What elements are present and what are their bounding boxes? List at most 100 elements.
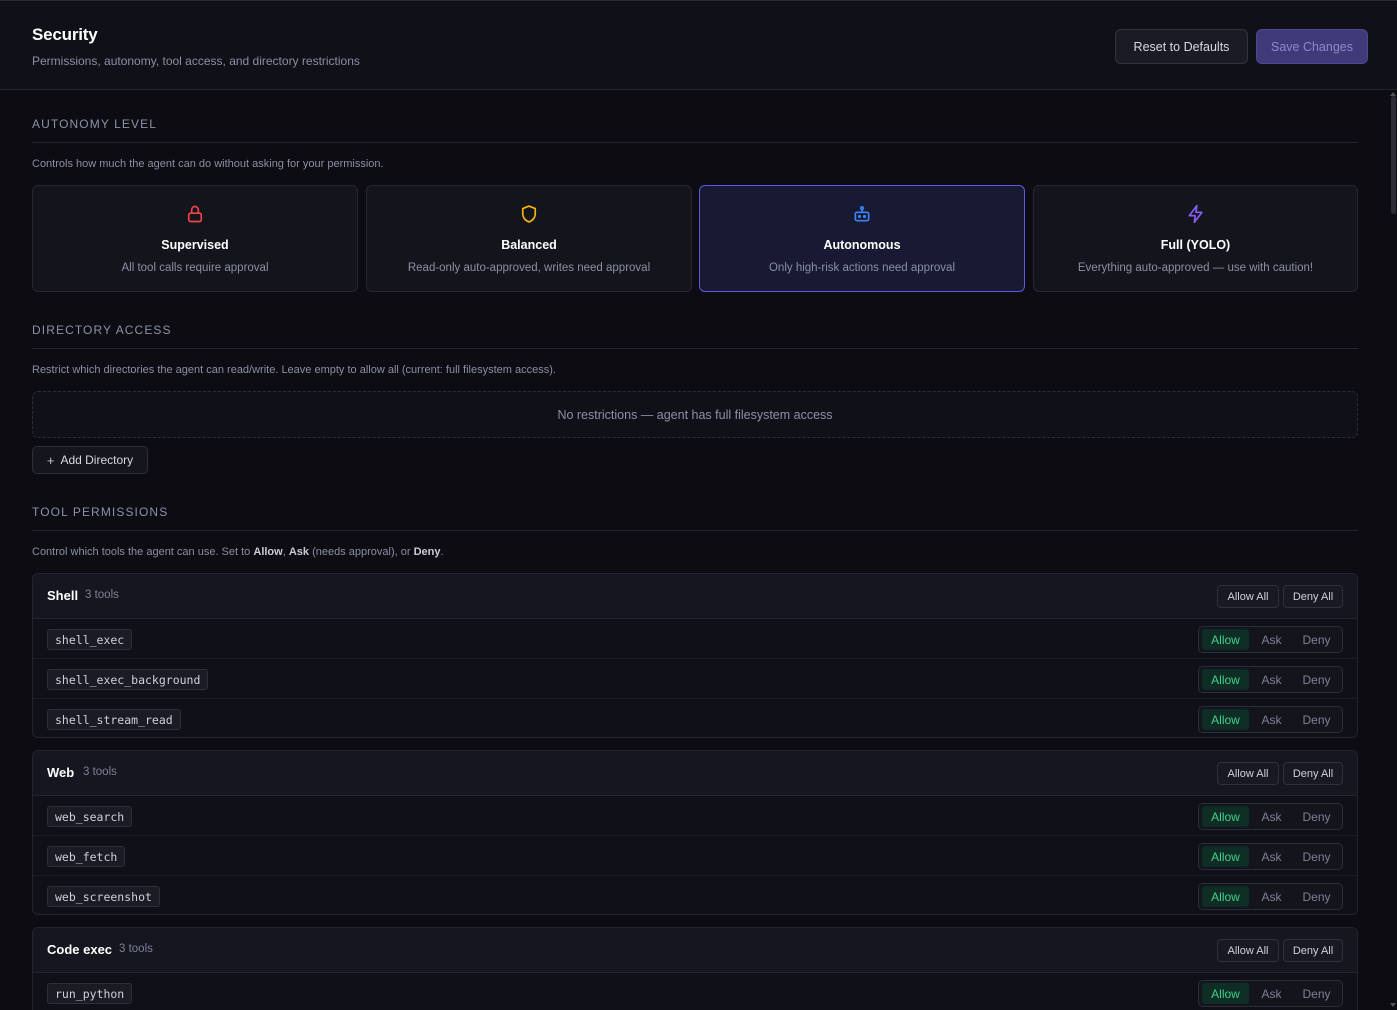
permission-deny-option[interactable]: Deny bbox=[1294, 846, 1339, 867]
autonomy-option-name: Autonomous bbox=[823, 238, 901, 252]
tool-group-web: Web 3 tools Allow All Deny All web_searc… bbox=[32, 750, 1358, 915]
scroll-up-arrow-icon[interactable] bbox=[1390, 92, 1396, 96]
permission-allow-option[interactable]: Allow bbox=[1202, 886, 1249, 907]
add-directory-button[interactable]: + Add Directory bbox=[32, 446, 148, 474]
tool-group-name: Web bbox=[47, 765, 75, 780]
page-subtitle: Permissions, autonomy, tool access, and … bbox=[32, 54, 360, 68]
permission-deny-option[interactable]: Deny bbox=[1294, 709, 1339, 730]
tool-group-header: Shell 3 tools Allow All Deny All bbox=[33, 574, 1357, 619]
permission-selector: Allow Ask Deny bbox=[1198, 843, 1343, 870]
tools-desc-allow: Allow bbox=[253, 546, 283, 558]
permission-selector: Allow Ask Deny bbox=[1198, 883, 1343, 910]
autonomy-option-desc: All tool calls require approval bbox=[121, 262, 269, 274]
tool-name: web_fetch bbox=[47, 846, 126, 867]
allow-all-button[interactable]: Allow All bbox=[1217, 939, 1279, 962]
tool-name: shell_exec bbox=[47, 629, 133, 650]
permission-ask-option[interactable]: Ask bbox=[1249, 983, 1294, 1004]
section-divider bbox=[32, 530, 1358, 531]
save-changes-button[interactable]: Save Changes bbox=[1256, 29, 1368, 64]
permission-selector: Allow Ask Deny bbox=[1198, 666, 1343, 693]
tools-description: Control which tools the agent can use. S… bbox=[32, 546, 444, 558]
permission-deny-option[interactable]: Deny bbox=[1294, 983, 1339, 1004]
tool-group-name: Shell bbox=[47, 588, 79, 603]
directory-description: Restrict which directories the agent can… bbox=[32, 364, 556, 376]
tool-group-header: Code exec 3 tools Allow All Deny All bbox=[33, 928, 1357, 973]
autonomy-option-supervised[interactable]: Supervised All tool calls require approv… bbox=[32, 185, 358, 292]
directory-empty-state: No restrictions — agent has full filesys… bbox=[32, 391, 1358, 438]
tool-group-count: 3 tools bbox=[83, 766, 117, 778]
scrollbar-thumb[interactable] bbox=[1391, 96, 1396, 214]
permission-selector: Allow Ask Deny bbox=[1198, 980, 1343, 1007]
permission-deny-option[interactable]: Deny bbox=[1294, 886, 1339, 907]
tool-row: shell_exec Allow Ask Deny bbox=[33, 619, 1357, 659]
tools-desc-ask: Ask bbox=[288, 546, 310, 558]
tool-row: web_search Allow Ask Deny bbox=[33, 796, 1357, 836]
permission-selector: Allow Ask Deny bbox=[1198, 706, 1343, 733]
deny-all-button[interactable]: Deny All bbox=[1283, 585, 1343, 608]
permission-ask-option[interactable]: Ask bbox=[1249, 669, 1294, 690]
tool-group-shell: Shell 3 tools Allow All Deny All shell_e… bbox=[32, 573, 1358, 738]
tool-name: shell_stream_read bbox=[47, 709, 181, 730]
tool-row: shell_stream_read Allow Ask Deny bbox=[33, 699, 1357, 739]
tool-name: run_python bbox=[47, 983, 133, 1004]
tool-group-name: Code exec bbox=[47, 942, 113, 957]
deny-all-button[interactable]: Deny All bbox=[1283, 762, 1343, 785]
scrollbar-track[interactable] bbox=[1389, 90, 1397, 1010]
autonomy-option-balanced[interactable]: Balanced Read-only auto-approved, writes… bbox=[366, 185, 692, 292]
permission-allow-option[interactable]: Allow bbox=[1202, 983, 1249, 1004]
tool-row: run_python Allow Ask Deny bbox=[33, 973, 1357, 1010]
permission-ask-option[interactable]: Ask bbox=[1249, 629, 1294, 650]
plus-icon: + bbox=[46, 452, 55, 468]
section-divider bbox=[32, 348, 1358, 349]
autonomy-option-desc: Read-only auto-approved, writes need app… bbox=[407, 262, 651, 274]
permission-deny-option[interactable]: Deny bbox=[1294, 669, 1339, 690]
permission-ask-option[interactable]: Ask bbox=[1249, 709, 1294, 730]
add-directory-label: Add Directory bbox=[60, 453, 134, 467]
lightning-icon bbox=[1186, 204, 1206, 224]
permission-deny-option[interactable]: Deny bbox=[1294, 629, 1339, 650]
page-title: Security bbox=[32, 25, 98, 44]
tool-group-count: 3 tools bbox=[85, 589, 119, 601]
autonomy-option-desc: Everything auto-approved — use with caut… bbox=[1077, 262, 1314, 274]
permission-deny-option[interactable]: Deny bbox=[1294, 806, 1339, 827]
permission-allow-option[interactable]: Allow bbox=[1202, 806, 1249, 827]
autonomy-option-name: Balanced bbox=[501, 238, 557, 252]
tools-desc-deny: Deny bbox=[413, 546, 441, 558]
autonomy-option-full-yolo[interactable]: Full (YOLO) Everything auto-approved — u… bbox=[1033, 185, 1358, 292]
tool-row: web_screenshot Allow Ask Deny bbox=[33, 876, 1357, 916]
tool-name: web_screenshot bbox=[47, 886, 160, 907]
allow-all-button[interactable]: Allow All bbox=[1217, 762, 1279, 785]
scroll-down-arrow-icon[interactable] bbox=[1390, 1003, 1396, 1007]
permission-selector: Allow Ask Deny bbox=[1198, 803, 1343, 830]
autonomy-option-name: Supervised bbox=[161, 238, 229, 252]
permission-allow-option[interactable]: Allow bbox=[1202, 709, 1249, 730]
permission-ask-option[interactable]: Ask bbox=[1249, 806, 1294, 827]
autonomy-option-autonomous[interactable]: Autonomous Only high-risk actions need a… bbox=[699, 185, 1025, 292]
tool-group-count: 3 tools bbox=[119, 943, 153, 955]
section-divider bbox=[32, 142, 1358, 143]
tool-name: web_search bbox=[47, 806, 133, 827]
tool-row: web_fetch Allow Ask Deny bbox=[33, 836, 1357, 876]
autonomy-option-desc: Only high-risk actions need approval bbox=[768, 262, 956, 274]
page-header: Security Permissions, autonomy, tool acc… bbox=[0, 0, 1397, 90]
autonomy-section-title: Autonomy Level bbox=[32, 117, 157, 131]
tool-group-header: Web 3 tools Allow All Deny All bbox=[33, 751, 1357, 796]
robot-icon bbox=[852, 204, 872, 224]
permission-ask-option[interactable]: Ask bbox=[1249, 846, 1294, 867]
permission-selector: Allow Ask Deny bbox=[1198, 626, 1343, 653]
tool-group-code-exec: Code exec 3 tools Allow All Deny All run… bbox=[32, 927, 1358, 1010]
tools-section-title: Tool Permissions bbox=[32, 505, 169, 519]
tools-desc-middle: (needs approval), or bbox=[312, 546, 411, 558]
reset-to-defaults-button[interactable]: Reset to Defaults bbox=[1115, 29, 1248, 64]
permission-allow-option[interactable]: Allow bbox=[1202, 669, 1249, 690]
permission-allow-option[interactable]: Allow bbox=[1202, 846, 1249, 867]
autonomy-option-name: Full (YOLO) bbox=[1160, 238, 1231, 252]
tool-row: shell_exec_background Allow Ask Deny bbox=[33, 659, 1357, 699]
deny-all-button[interactable]: Deny All bbox=[1283, 939, 1343, 962]
allow-all-button[interactable]: Allow All bbox=[1217, 585, 1279, 608]
permission-ask-option[interactable]: Ask bbox=[1249, 886, 1294, 907]
tool-name: shell_exec_background bbox=[47, 669, 209, 690]
permission-allow-option[interactable]: Allow bbox=[1202, 629, 1249, 650]
tools-desc-prefix: Control which tools the agent can use. S… bbox=[32, 546, 251, 558]
shield-icon bbox=[519, 204, 539, 224]
